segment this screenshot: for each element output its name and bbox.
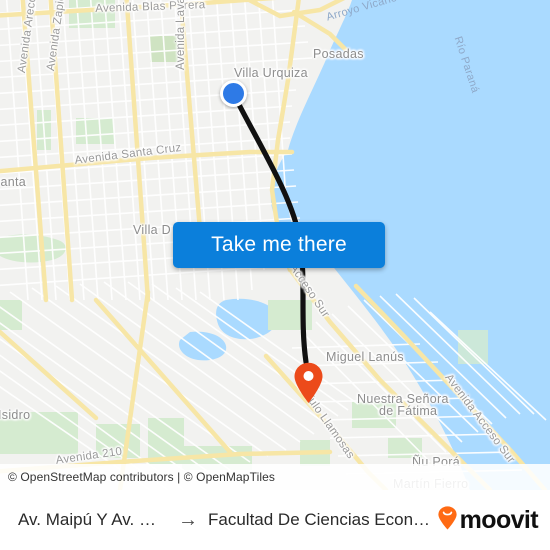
route-footer: Av. Maipú Y Av. U… → Facultad De Ciencia…	[0, 490, 550, 550]
arrow-right-icon: →	[178, 508, 198, 531]
route-destination-label: Facultad De Ciencias Económi…	[208, 510, 438, 529]
take-me-there-button[interactable]: Take me there	[173, 222, 385, 268]
route-summary: Av. Maipú Y Av. U… → Facultad De Ciencia…	[18, 509, 438, 532]
map-attribution: © OpenStreetMap contributors | © OpenMap…	[0, 464, 550, 490]
map-attribution-text: © OpenStreetMap contributors | © OpenMap…	[8, 470, 275, 484]
moovit-route-preview: Avenida Blas Parera Arroyo Vicario Posadas…	[0, 0, 550, 550]
moovit-pin-icon	[438, 505, 457, 535]
moovit-logo: moovit	[438, 505, 539, 535]
moovit-wordmark: moovit	[459, 505, 539, 534]
origin-dot-marker[interactable]	[220, 80, 247, 107]
take-me-there-label: Take me there	[211, 233, 347, 256]
route-origin-label: Av. Maipú Y Av. U…	[18, 510, 168, 529]
destination-pin-marker[interactable]	[293, 362, 324, 404]
map-canvas[interactable]: Avenida Blas Parera Arroyo Vicario Posadas…	[0, 0, 550, 490]
